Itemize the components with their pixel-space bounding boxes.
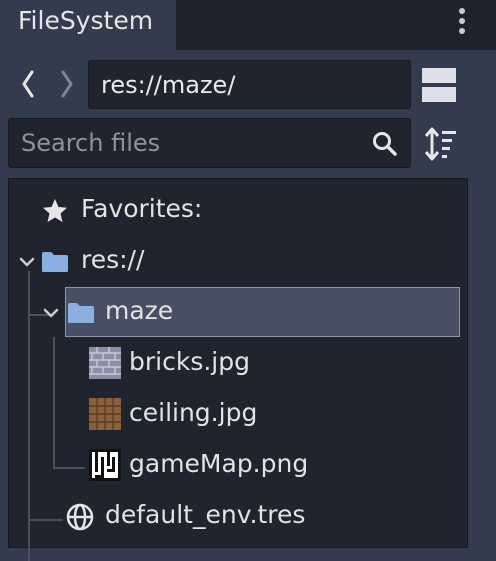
tab-filesystem-label: FileSystem [18,6,154,35]
back-button[interactable] [14,62,44,106]
chevron-right-icon [61,70,73,98]
folder-icon [42,252,68,272]
toggle-split-mode-button[interactable] [422,66,458,104]
maze-folder-label: maze [105,296,174,325]
favorites-label: Favorites: [81,194,203,223]
tab-filesystem[interactable]: FileSystem [0,0,176,50]
tree-item-root-file[interactable]: default_env.tres [9,493,467,539]
star-icon [43,199,67,222]
search-field[interactable] [8,118,411,168]
search-icon [373,132,397,156]
path-field[interactable] [88,60,411,109]
gamemap-thumbnail-icon [89,449,121,481]
tree-item-file[interactable]: ceiling.jpg [9,391,467,437]
file-label: ceiling.jpg [129,398,258,427]
chevron-down-icon[interactable] [43,307,59,319]
bricks-thumbnail-icon [89,347,121,379]
root-file-label: default_env.tres [105,500,306,529]
res-root-label: res:// [81,245,145,274]
favorites-item[interactable]: Favorites: [9,187,467,233]
ceiling-thumbnail-icon [89,398,121,430]
sort-button[interactable] [422,124,458,164]
chevron-down-icon[interactable] [19,256,35,268]
globe-icon [66,503,94,531]
more-options-icon[interactable] [454,4,470,42]
sort-icon [424,127,456,161]
file-label: bricks.jpg [129,347,250,376]
split-top-bar [422,68,456,83]
split-bottom-bar [422,87,456,102]
tree-item-res-root[interactable]: res:// [9,238,467,284]
file-tree[interactable]: Favorites: res:// maze bricks.jpg ceilin… [8,178,468,561]
tree-item-maze[interactable]: maze [9,289,467,335]
file-label: gameMap.png [129,449,309,478]
tree-item-file[interactable]: bricks.jpg [9,340,467,386]
path-input[interactable] [89,61,410,108]
folder-icon [68,303,94,323]
tree-item-file[interactable]: gameMap.png [9,442,467,488]
forward-button[interactable] [52,62,82,106]
chevron-left-icon [22,70,34,98]
search-input[interactable] [9,119,369,167]
